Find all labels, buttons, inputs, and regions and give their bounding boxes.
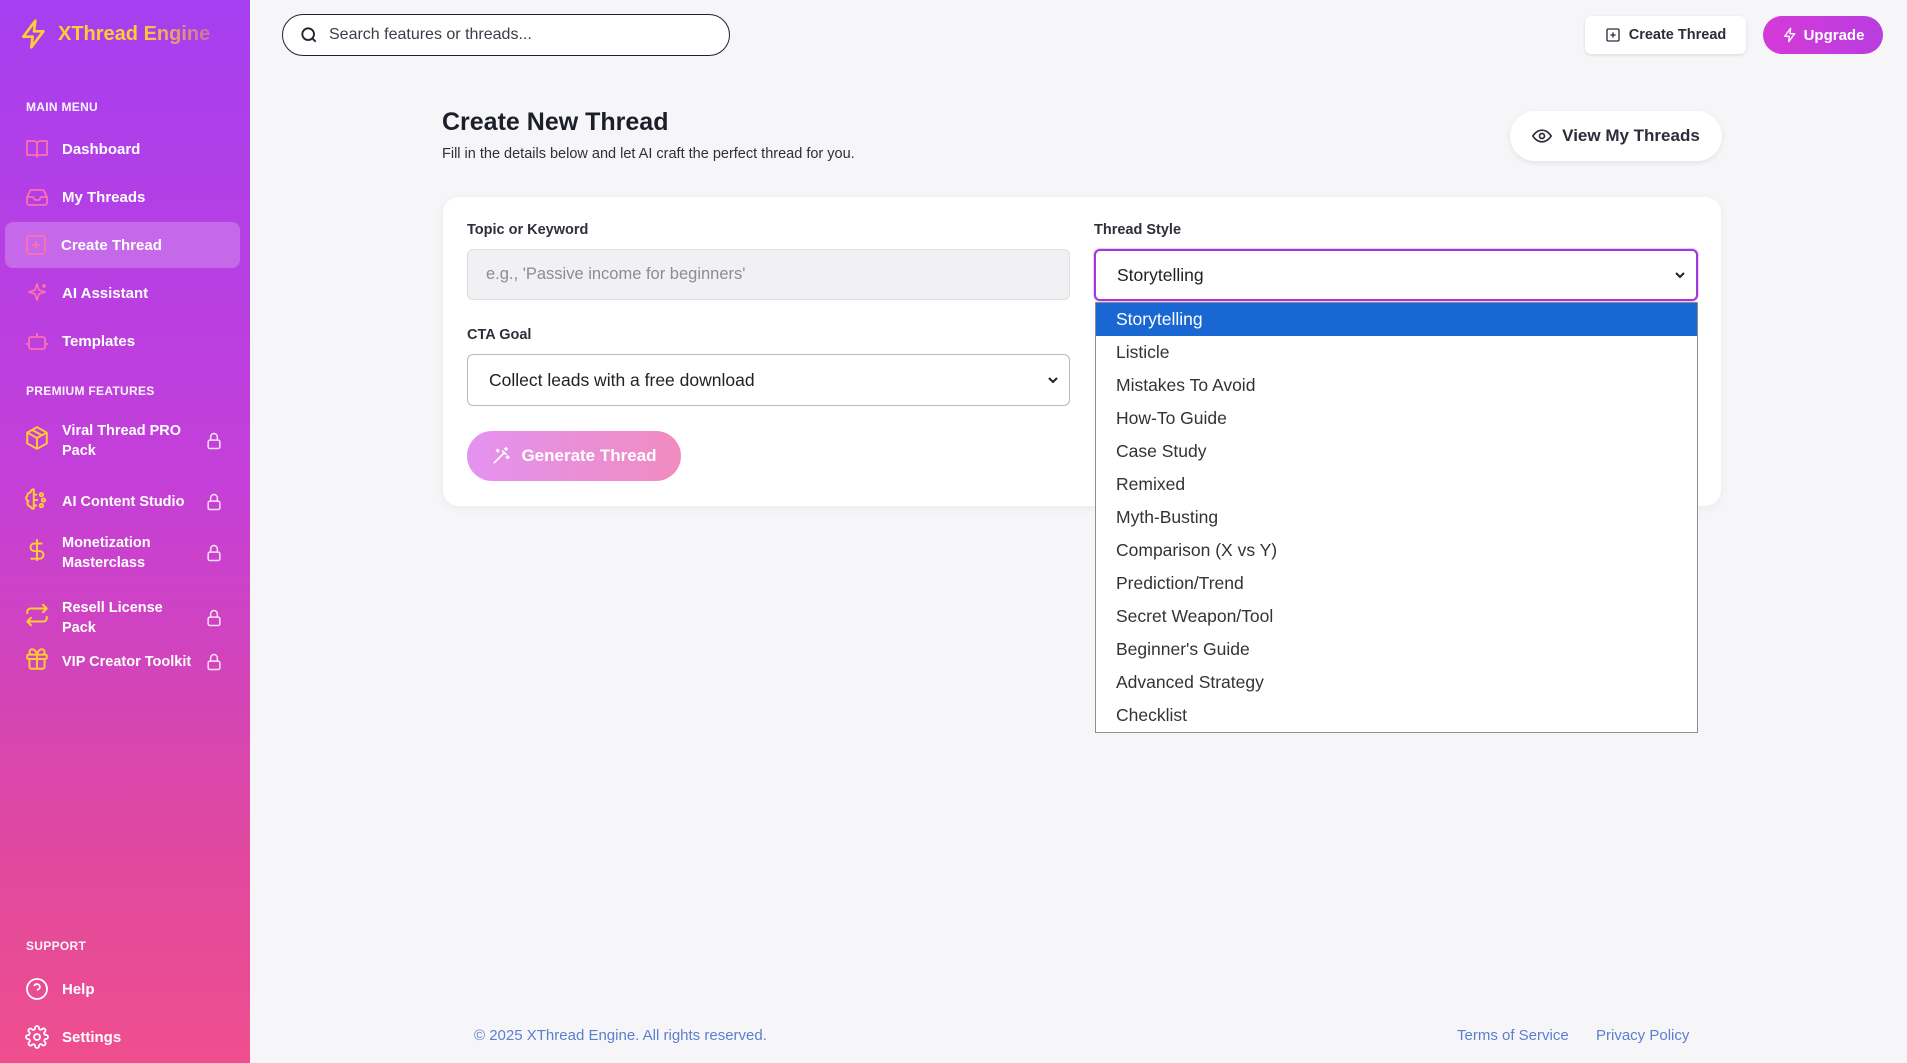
brain-icon — [24, 486, 50, 518]
view-my-threads-label: View My Threads — [1562, 126, 1700, 145]
lightning-icon — [22, 19, 45, 49]
sidebar-item-viral-thread-pro-pack[interactable]: Viral Thread PRO Pack — [24, 421, 224, 461]
help-circle-icon — [24, 976, 50, 1002]
sidebar-item-label: Help — [62, 980, 95, 998]
gift-icon — [24, 646, 50, 678]
lock-icon — [204, 492, 224, 512]
topic-input[interactable]: e.g., 'Passive income for beginners' — [467, 249, 1070, 300]
sidebar-item-dashboard[interactable]: Dashboard — [24, 129, 240, 169]
lock-icon — [204, 652, 224, 672]
thread-style-label: Thread Style — [1094, 222, 1182, 238]
privacy-policy-link[interactable]: Privacy Policy — [1596, 1027, 1689, 1044]
sidebar-item-label: Create Thread — [61, 236, 162, 254]
sidebar-item-label: My Threads — [62, 188, 146, 206]
upgrade-label: Upgrade — [1803, 26, 1865, 44]
create-thread-label: Create Thread — [1628, 27, 1727, 43]
sidebar-item-help[interactable]: Help — [24, 969, 240, 1009]
plus-square-icon — [1606, 28, 1620, 42]
lock-icon — [204, 608, 224, 628]
sidebar-item-label: Dashboard — [62, 140, 141, 158]
cta-goal-value: Collect leads with a free download — [489, 369, 755, 390]
style-option-mistakes-to-avoid[interactable]: Mistakes To Avoid — [1096, 369, 1697, 402]
sidebar-item-my-threads[interactable]: My Threads — [24, 177, 240, 217]
style-option-listicle[interactable]: Listicle — [1096, 336, 1697, 369]
sidebar-item-ai-content-studio[interactable]: AI Content Studio — [24, 486, 224, 518]
box-icon — [24, 425, 50, 457]
sidebar: XThread Engine MAIN MENU Dashboard My Th… — [0, 0, 250, 1063]
sidebar-item-label: VIP Creator Toolkit — [62, 654, 192, 670]
eye-icon — [1532, 129, 1553, 143]
view-my-threads-button[interactable]: View My Threads — [1510, 111, 1722, 161]
page-title: Create New Thread — [442, 108, 669, 136]
plus-square-icon — [23, 232, 49, 258]
sparkles-icon — [24, 280, 50, 306]
sidebar-item-monetization-masterclass[interactable]: Monetization Masterclass — [24, 533, 224, 573]
style-option-storytelling[interactable]: Storytelling — [1096, 303, 1697, 336]
dollar-icon — [24, 537, 50, 569]
style-option-prediction-trend[interactable]: Prediction/Trend — [1096, 567, 1697, 600]
brand-name: XThread Engine — [58, 22, 211, 45]
search-icon — [301, 27, 317, 43]
style-option-case-study[interactable]: Case Study — [1096, 435, 1697, 468]
support-label: SUPPORT — [26, 939, 87, 953]
style-option-comparison[interactable]: Comparison (X vs Y) — [1096, 534, 1697, 567]
thread-style-value: Storytelling — [1117, 264, 1204, 285]
style-option-remixed[interactable]: Remixed — [1096, 468, 1697, 501]
chevron-down-icon — [1048, 377, 1058, 384]
gear-icon — [24, 1024, 50, 1050]
footer-copyright: © 2025 XThread Engine. All rights reserv… — [474, 1027, 767, 1044]
generate-thread-button[interactable]: Generate Thread — [467, 431, 681, 481]
sidebar-item-vip-creator-toolkit[interactable]: VIP Creator Toolkit — [24, 646, 224, 678]
lock-icon — [204, 543, 224, 563]
style-option-beginners-guide[interactable]: Beginner's Guide — [1096, 633, 1697, 666]
magic-wand-icon — [493, 446, 511, 464]
search-input[interactable] — [329, 26, 729, 44]
page-subtitle: Fill in the details below and let AI cra… — [442, 146, 855, 162]
sidebar-item-label: AI Content Studio — [62, 494, 185, 510]
sidebar-item-templates[interactable]: Templates — [24, 321, 240, 361]
sidebar-item-label: Settings — [62, 1028, 122, 1046]
chevron-down-icon — [1675, 272, 1685, 279]
cta-goal-select[interactable]: Collect leads with a free download — [467, 354, 1070, 406]
main-menu-label: MAIN MENU — [26, 100, 99, 114]
style-option-how-to-guide[interactable]: How-To Guide — [1096, 402, 1697, 435]
repeat-icon — [24, 602, 50, 634]
style-option-secret-weapon-tool[interactable]: Secret Weapon/Tool — [1096, 600, 1697, 633]
sidebar-item-label: Monetization Masterclass — [62, 535, 151, 571]
style-option-checklist[interactable]: Checklist — [1096, 699, 1697, 732]
lightning-icon — [1783, 27, 1795, 43]
inbox-icon — [24, 184, 50, 210]
book-open-icon — [24, 136, 50, 162]
premium-features-label: PREMIUM FEATURES — [26, 384, 155, 398]
search-bar[interactable] — [282, 14, 730, 56]
upgrade-button[interactable]: Upgrade — [1763, 16, 1883, 54]
brand-logo[interactable]: XThread Engine — [18, 18, 243, 50]
generate-thread-label: Generate Thread — [521, 446, 657, 465]
terms-of-service-link[interactable]: Terms of Service — [1457, 1027, 1569, 1044]
create-thread-button[interactable]: Create Thread — [1585, 16, 1746, 54]
sidebar-item-settings[interactable]: Settings — [24, 1017, 240, 1057]
cta-goal-label: CTA Goal — [467, 327, 532, 343]
thread-style-select[interactable]: Storytelling — [1094, 249, 1698, 301]
robot-icon — [24, 328, 50, 354]
sidebar-item-create-thread[interactable]: Create Thread — [5, 222, 240, 268]
thread-style-dropdown: Storytelling Listicle Mistakes To Avoid … — [1095, 302, 1698, 733]
sidebar-item-label: Viral Thread PRO Pack — [62, 423, 181, 459]
style-option-myth-busting[interactable]: Myth-Busting — [1096, 501, 1697, 534]
sidebar-item-label: AI Assistant — [62, 284, 149, 302]
style-option-advanced-strategy[interactable]: Advanced Strategy — [1096, 666, 1697, 699]
sidebar-item-label: Resell License Pack — [62, 600, 163, 636]
lock-icon — [204, 431, 224, 451]
sidebar-item-resell-license-pack[interactable]: Resell License Pack — [24, 598, 224, 638]
topic-label: Topic or Keyword — [467, 222, 589, 238]
sidebar-item-ai-assistant[interactable]: AI Assistant — [24, 273, 240, 313]
sidebar-item-label: Templates — [62, 332, 136, 350]
